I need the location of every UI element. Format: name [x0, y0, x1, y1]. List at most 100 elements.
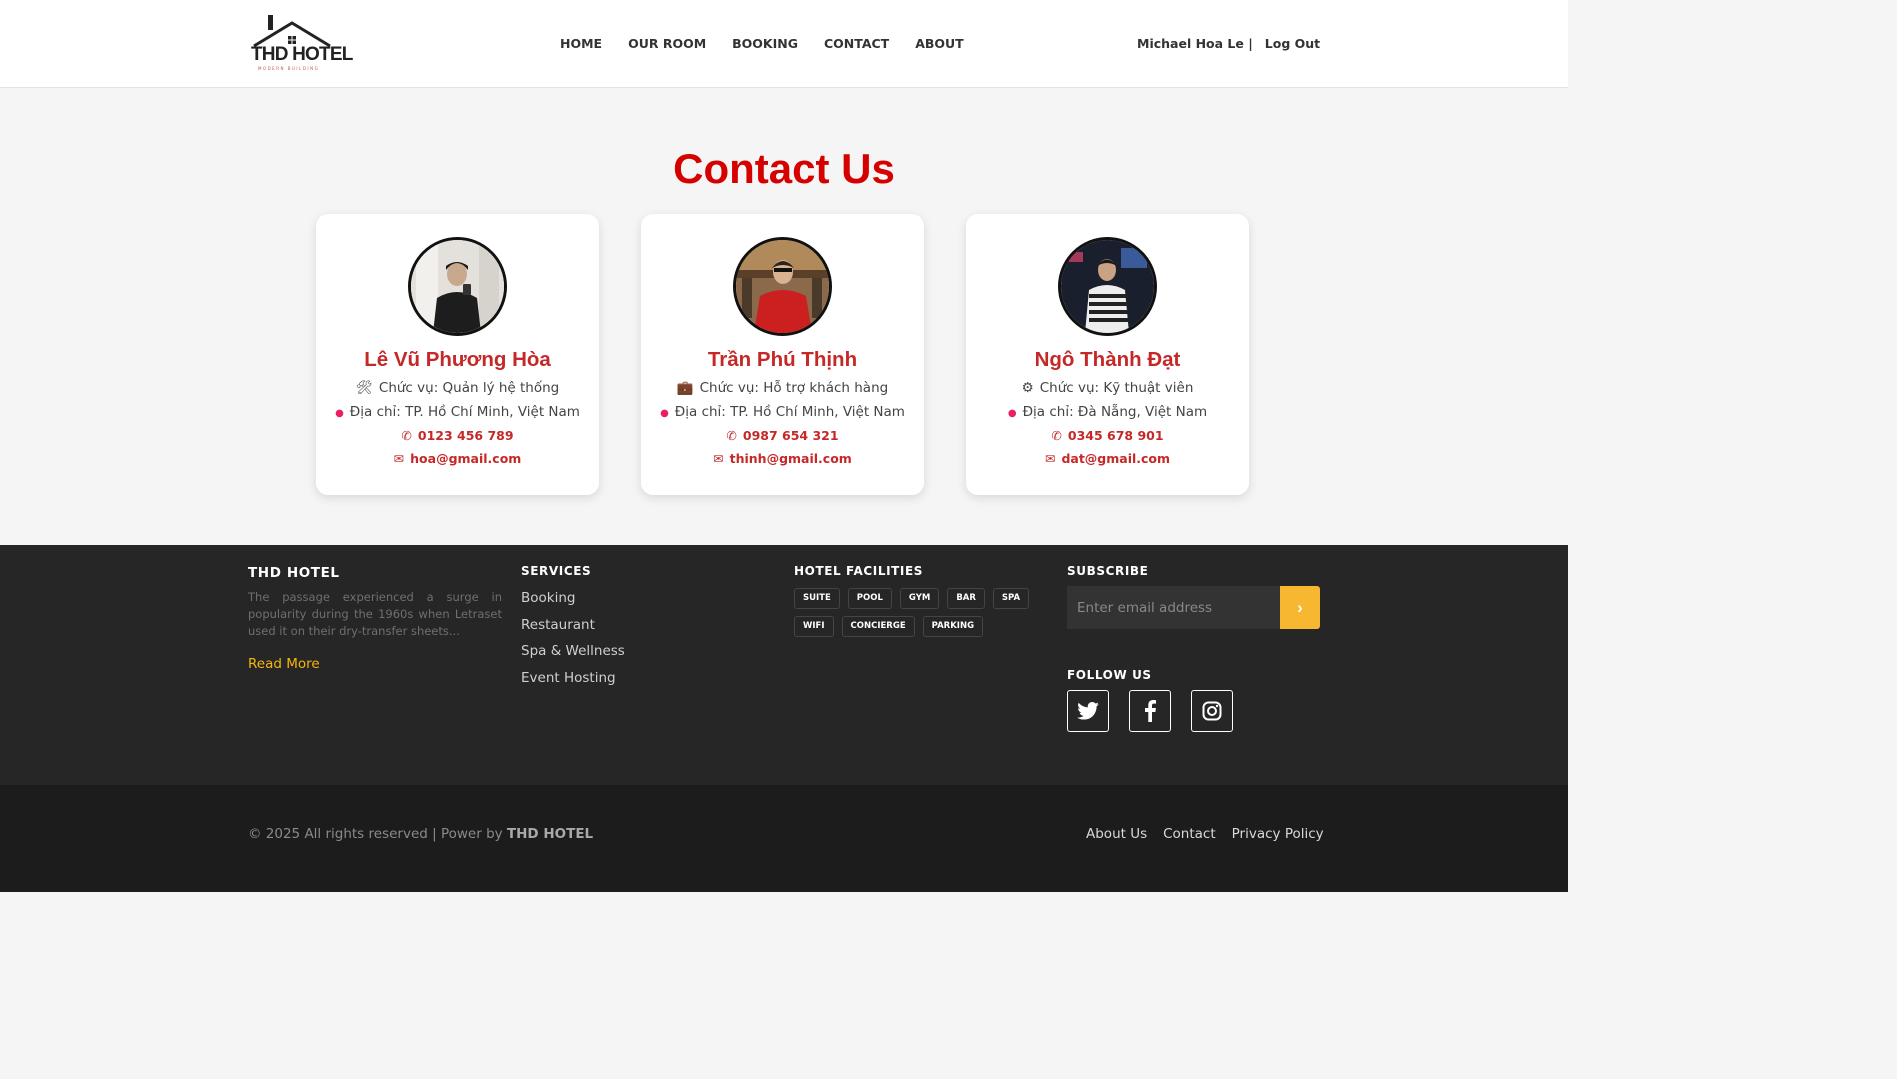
user-name: Michael Hoa Le |: [1137, 36, 1253, 51]
logout-link[interactable]: Log Out: [1265, 36, 1320, 51]
phone-icon: ✆: [401, 428, 412, 443]
service-link-events[interactable]: Event Hosting: [521, 670, 625, 697]
map-pin-icon: ●: [335, 408, 344, 419]
facility-tag[interactable]: PARKING: [922, 616, 984, 637]
envelope-icon: ✉: [713, 451, 724, 466]
map-pin-icon: ●: [660, 408, 669, 419]
contact-address-text: Địa chỉ: TP. Hồ Chí Minh, Việt Nam: [349, 404, 580, 420]
avatar: [733, 237, 832, 336]
twitter-icon: [1077, 702, 1099, 720]
logo-subtext: MODERN BUILDING: [258, 66, 320, 71]
subscribe-form: ›: [1067, 586, 1320, 629]
copyright-text: © 2025 All rights reserved | Power by TH…: [248, 826, 593, 842]
contact-phone-text: 0987 654 321: [742, 428, 839, 443]
instagram-icon: [1202, 701, 1222, 721]
bottom-bar: © 2025 All rights reserved | Power by TH…: [0, 785, 1568, 892]
facility-tag[interactable]: SUITE: [794, 588, 840, 609]
facility-tag[interactable]: GYM: [899, 588, 940, 609]
bottom-link-contact[interactable]: Contact: [1163, 826, 1216, 842]
facility-tag[interactable]: CONCIERGE: [841, 616, 915, 637]
contact-role: 💼 Chức vụ: Hỗ trợ khách hàng: [641, 380, 924, 396]
contact-phone[interactable]: ✆ 0345 678 901: [966, 428, 1249, 443]
contact-address-text: Địa chỉ: TP. Hồ Chí Minh, Việt Nam: [674, 404, 905, 420]
contact-address-text: Địa chỉ: Đà Nẵng, Việt Nam: [1022, 404, 1208, 420]
services-list: Booking Restaurant Spa & Wellness Event …: [521, 590, 625, 696]
contact-phone[interactable]: ✆ 0123 456 789: [316, 428, 599, 443]
social-links: [1067, 690, 1233, 732]
contact-role: ⚙ Chức vụ: Kỹ thuật viên: [966, 380, 1249, 396]
bottom-link-about[interactable]: About Us: [1086, 826, 1147, 842]
contact-name: Trần Phú Thịnh: [707, 348, 858, 371]
tools-icon: 🛠: [355, 380, 373, 396]
user-area: Michael Hoa Le | Log Out: [1137, 36, 1320, 51]
contact-email-text: hoa@gmail.com: [410, 451, 522, 466]
footer-services-title: SERVICES: [521, 564, 592, 578]
facility-tag[interactable]: SPA: [992, 588, 1030, 609]
service-link-restaurant[interactable]: Restaurant: [521, 617, 625, 644]
bottom-link-privacy[interactable]: Privacy Policy: [1232, 826, 1324, 842]
nav-contact[interactable]: CONTACT: [824, 36, 889, 51]
hotel-logo[interactable]: THD HOTEL MODERN BUILDING: [250, 12, 353, 72]
nav-our-room[interactable]: OUR ROOM: [628, 36, 706, 51]
contact-role-text: Chức vụ: Kỹ thuật viên: [1039, 380, 1194, 396]
footer-about-text: The passage experienced a surge in popul…: [248, 590, 502, 638]
contact-card: Lê Vũ Phương Hòa 🛠 Chức vụ: Quản lý hệ th…: [316, 214, 599, 495]
envelope-icon: ✉: [393, 451, 405, 466]
contact-email[interactable]: ✉ thinh@gmail.com: [641, 451, 924, 466]
logo-text: THD HOTEL: [251, 44, 353, 65]
facility-tag[interactable]: POOL: [847, 588, 892, 609]
bottom-links: About Us Contact Privacy Policy: [1086, 826, 1324, 842]
phone-icon: ✆: [726, 428, 737, 443]
nav-home[interactable]: HOME: [560, 36, 602, 51]
contact-phone[interactable]: ✆ 0987 654 321: [641, 428, 924, 443]
contact-address: ● Địa chỉ: TP. Hồ Chí Minh, Việt Nam: [316, 404, 599, 420]
contact-email-text: thinh@gmail.com: [729, 451, 852, 466]
instagram-button[interactable]: [1191, 690, 1233, 732]
nav-booking[interactable]: BOOKING: [732, 36, 798, 51]
contact-email-text: dat@gmail.com: [1061, 451, 1171, 466]
twitter-button[interactable]: [1067, 690, 1109, 732]
facebook-button[interactable]: [1129, 690, 1171, 732]
contact-role-text: Chức vụ: Quản lý hệ thống: [378, 380, 560, 396]
contact-email[interactable]: ✉ dat@gmail.com: [966, 451, 1249, 466]
read-more-link[interactable]: Read More: [248, 656, 320, 672]
avatar: [408, 237, 507, 336]
copyright-brand: THD HOTEL: [506, 826, 594, 842]
site-header: THD HOTEL MODERN BUILDING HOME OUR ROOM …: [0, 0, 1568, 88]
contact-phone-text: 0123 456 789: [417, 428, 514, 443]
service-link-spa[interactable]: Spa & Wellness: [521, 643, 625, 670]
facebook-icon: [1145, 700, 1156, 722]
subscribe-button[interactable]: ›: [1280, 586, 1320, 629]
contact-card: Ngô Thành Đạt ⚙ Chức vụ: Kỹ thuật viên ● Đ…: [966, 214, 1249, 495]
service-link-booking[interactable]: Booking: [521, 590, 625, 617]
facility-tags: SUITE POOL GYM BAR SPA WIFI CONCIERGE PA…: [794, 588, 1034, 637]
map-pin-icon: ●: [1007, 408, 1017, 419]
contact-name: Ngô Thành Đạt: [1034, 348, 1181, 371]
envelope-icon: ✉: [1044, 451, 1056, 466]
contact-card: Trần Phú Thịnh 💼 Chức vụ: Hỗ trợ khách hà…: [641, 214, 924, 495]
main-nav: HOME OUR ROOM BOOKING CONTACT ABOUT: [560, 36, 964, 51]
facility-tag[interactable]: WIFI: [794, 616, 834, 637]
contact-role: 🛠 Chức vụ: Quản lý hệ thống: [316, 380, 599, 396]
facility-tag[interactable]: BAR: [947, 588, 985, 609]
page-title: Contact Us: [673, 145, 895, 192]
subscribe-email-input[interactable]: [1067, 586, 1280, 629]
footer-subscribe-title: SUBSCRIBE: [1067, 564, 1149, 578]
contact-phone-text: 0345 678 901: [1067, 428, 1164, 443]
footer-facilities-title: HOTEL FACILITIES: [794, 564, 924, 578]
briefcase-icon: 💼: [676, 380, 694, 396]
phone-icon: ✆: [1051, 428, 1062, 443]
contact-name: Lê Vũ Phương Hòa: [364, 348, 551, 371]
contact-email[interactable]: ✉ hoa@gmail.com: [316, 451, 599, 466]
footer-about-title: THD HOTEL: [248, 565, 340, 581]
contact-role-text: Chức vụ: Hỗ trợ khách hàng: [699, 380, 889, 396]
site-footer: THD HOTEL The passage experienced a surg…: [0, 545, 1568, 785]
nav-about[interactable]: ABOUT: [915, 36, 964, 51]
avatar: [1058, 237, 1157, 336]
contact-address: ● Địa chỉ: Đà Nẵng, Việt Nam: [966, 404, 1249, 420]
footer-follow-title: FOLLOW US: [1067, 668, 1152, 682]
copyright-prefix: © 2025 All rights reserved | Power by: [248, 826, 507, 842]
gear-icon: ⚙: [1021, 380, 1034, 396]
chevron-right-icon: ›: [1297, 597, 1303, 617]
contact-address: ● Địa chỉ: TP. Hồ Chí Minh, Việt Nam: [641, 404, 924, 420]
